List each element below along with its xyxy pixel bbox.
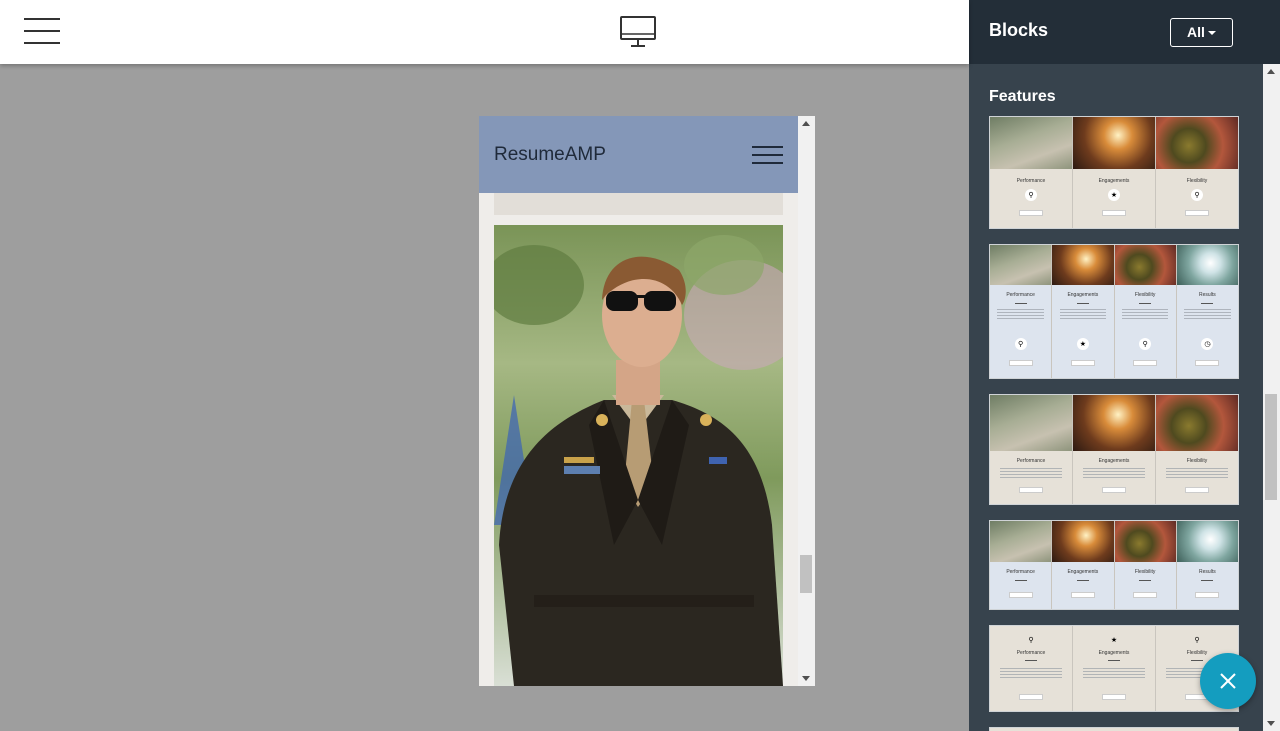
star-icon: ★ — [1076, 338, 1089, 350]
block-column-label: Performance — [1016, 650, 1046, 656]
block-thumbnail[interactable]: Performance ⚲ Engagements ★ Flexibility … — [989, 116, 1239, 229]
map-pin-icon: ⚲ — [1194, 636, 1200, 644]
block-thumbnail[interactable]: Performance Engagements Flexibility — [989, 394, 1239, 505]
block-thumbnail[interactable]: Performance ⚲ Engagements ★ Flexibility … — [989, 244, 1239, 379]
map-pin-icon: ⚲ — [1139, 338, 1152, 350]
block-thumbnail[interactable] — [989, 727, 1239, 731]
close-panel-button[interactable] — [1200, 653, 1256, 709]
map-pin-icon: ⚲ — [1014, 338, 1027, 350]
preview-band — [494, 193, 783, 215]
preview-photo — [494, 225, 783, 686]
scrollbar-thumb[interactable] — [1265, 394, 1277, 500]
block-column-label: Results — [1199, 292, 1216, 298]
blocks-panel: Blocks All Features Performance ⚲ Engage… — [969, 0, 1280, 731]
block-column-label: Engagements — [1067, 569, 1099, 575]
mobile-preview[interactable]: ResumeAMP — [479, 116, 815, 686]
block-column-label: Engagements — [1098, 650, 1130, 656]
filter-label: All — [1187, 24, 1205, 40]
map-pin-icon: ⚲ — [1028, 636, 1034, 644]
desktop-monitor-icon[interactable] — [619, 15, 657, 49]
star-icon: ★ — [1110, 636, 1118, 644]
block-column-label: Engagements — [1098, 178, 1130, 184]
preview-scrollbar[interactable] — [798, 116, 815, 686]
caret-down-icon — [1207, 31, 1216, 36]
block-column-label: Engagements — [1098, 458, 1130, 464]
block-column-label: Performance — [1006, 292, 1035, 298]
preview-hamburger-icon[interactable] — [752, 146, 783, 165]
preview-navbar: ResumeAMP — [479, 116, 798, 193]
star-icon: ★ — [1108, 189, 1120, 201]
block-column-label: Engagements — [1067, 292, 1099, 298]
map-pin-icon: ⚲ — [1025, 189, 1037, 201]
panel-scrollbar[interactable] — [1263, 64, 1280, 731]
scroll-up-icon[interactable] — [1267, 69, 1275, 74]
map-pin-icon: ⚲ — [1191, 189, 1203, 201]
hamburger-icon[interactable] — [24, 17, 60, 45]
close-icon — [1220, 673, 1236, 689]
block-column-label: Flexibility — [1186, 178, 1208, 184]
top-toolbar — [0, 0, 969, 64]
block-column-label: Flexibility — [1186, 458, 1208, 464]
scrollbar-thumb[interactable] — [800, 555, 812, 593]
filter-dropdown-button[interactable]: All — [1170, 18, 1233, 47]
panel-title: Blocks — [989, 20, 1049, 40]
block-column-label: Flexibility — [1134, 292, 1156, 298]
block-column-label: Results — [1199, 569, 1216, 575]
block-column-label: Performance — [1016, 178, 1046, 184]
scroll-down-icon[interactable] — [802, 676, 810, 681]
panel-header: Blocks All — [969, 0, 1280, 64]
scroll-down-icon[interactable] — [1267, 721, 1275, 726]
clock-icon: ◷ — [1201, 338, 1214, 350]
preview-brand[interactable]: ResumeAMP — [494, 144, 606, 166]
block-thumbnail[interactable]: Performance Engagements Flexibility Resu… — [989, 520, 1239, 610]
block-column-label: Flexibility — [1134, 569, 1156, 575]
scroll-up-icon[interactable] — [802, 121, 810, 126]
block-column-label: Performance — [1016, 458, 1046, 464]
block-column-label: Performance — [1006, 569, 1035, 575]
section-title: Features — [989, 88, 1056, 105]
